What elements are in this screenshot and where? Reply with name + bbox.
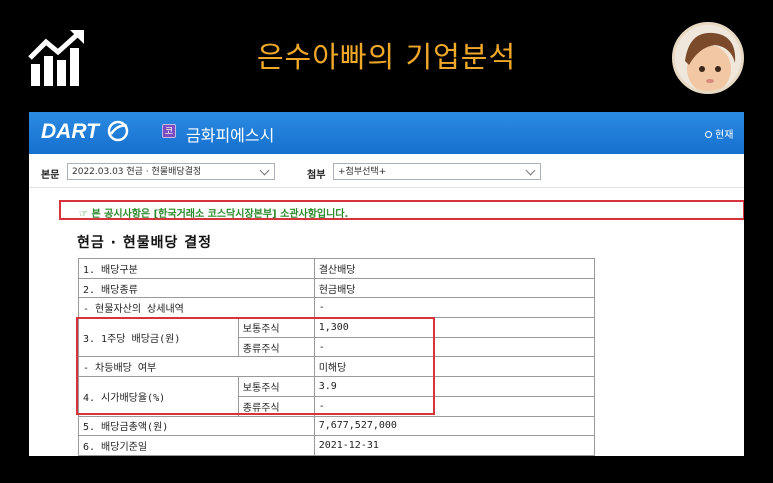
attach-select[interactable]: +첨부선택+	[333, 163, 541, 180]
table-row: 6. 배당기준일 2021-12-31	[78, 435, 596, 456]
row-value: 7,677,527,000	[313, 415, 596, 437]
now-link-label: 현재	[715, 130, 734, 141]
row-label: 3. 1주당 배당금(원)	[78, 317, 239, 358]
share-type: 종류주식	[237, 336, 315, 358]
table-row: 1. 배당구분 결산배당	[78, 258, 596, 279]
report-label: 본문	[41, 170, 60, 181]
row-value: 현금배당	[313, 277, 596, 299]
corp-name: 금화피에스시	[186, 126, 275, 145]
row-value: 2021-12-31	[313, 435, 596, 456]
table-row: 5. 배당금총액(원) 7,677,527,000	[78, 415, 596, 437]
banner-title: 은수아빠의 기업분석	[256, 40, 517, 74]
table-row: - 현물자산의 상세내역 -	[78, 297, 596, 319]
chevron-down-icon	[525, 165, 536, 176]
row-value: -	[313, 336, 596, 358]
table-row: - 차등배당 여부 미해당	[78, 356, 596, 378]
row-value: 미해당	[313, 356, 596, 378]
attach-select-value: +첨부선택+	[338, 167, 387, 177]
dart-screen: DART 코 금화피에스시 현재 본문 2022.03.03 현금 · 현물배당…	[29, 112, 744, 456]
row-label: 2. 배당종류	[78, 277, 315, 299]
report-toolbar: 본문 2022.03.03 현금 · 현물배당결정 첨부 +첨부선택+	[29, 154, 744, 188]
attach-label: 첨부	[307, 170, 326, 181]
row-value: -	[313, 395, 596, 417]
avatar	[672, 22, 744, 94]
dart-target-icon	[107, 120, 129, 142]
row-label: 5. 배당금총액(원)	[78, 415, 315, 437]
share-type: 보통주식	[237, 376, 315, 397]
table-row: 4. 시가배당율(%) 보통주식 3.9	[78, 376, 596, 417]
row-value: 3.9	[313, 376, 596, 397]
row-value: 1,300	[313, 317, 596, 338]
report-select-value: 2022.03.03 현금 · 현물배당결정	[72, 167, 202, 177]
document-title: 현금 · 현물배당 결정	[77, 235, 212, 251]
row-label: 4. 시가배당율(%)	[78, 376, 239, 417]
dart-logo[interactable]: DART	[41, 120, 99, 144]
chevron-down-icon	[259, 165, 270, 176]
report-select[interactable]: 2022.03.03 현금 · 현물배당결정	[67, 163, 275, 180]
notice-text: ☞ 본 공시사항은 [한국거래소 코스닥시장본부] 소관사항입니다.	[79, 209, 349, 220]
row-value: 결산배당	[313, 258, 596, 279]
share-type: 종류주식	[237, 395, 315, 417]
row-label: - 차등배당 여부	[78, 356, 315, 378]
now-link[interactable]: 현재	[705, 126, 733, 141]
table-row: 2. 배당종류 현금배당	[78, 277, 596, 299]
row-label: 6. 배당기준일	[78, 435, 315, 456]
row-value: -	[313, 297, 596, 319]
row-label: 1. 배당구분	[78, 258, 315, 279]
dart-header: DART 코 금화피에스시 현재	[29, 112, 744, 154]
circle-icon	[705, 131, 712, 138]
row-label: - 현물자산의 상세내역	[78, 297, 315, 319]
table-row: 3. 1주당 배당금(원) 보통주식 1,300	[78, 317, 596, 358]
dividend-table: 1. 배당구분 결산배당 2. 배당종류 현금배당 - 현물자산의 상세내역 -…	[78, 258, 596, 456]
notice-box: ☞ 본 공시사항은 [한국거래소 코스닥시장본부] 소관사항입니다.	[59, 200, 744, 220]
corp-market-badge: 코	[162, 124, 176, 138]
share-type: 보통주식	[237, 317, 315, 338]
